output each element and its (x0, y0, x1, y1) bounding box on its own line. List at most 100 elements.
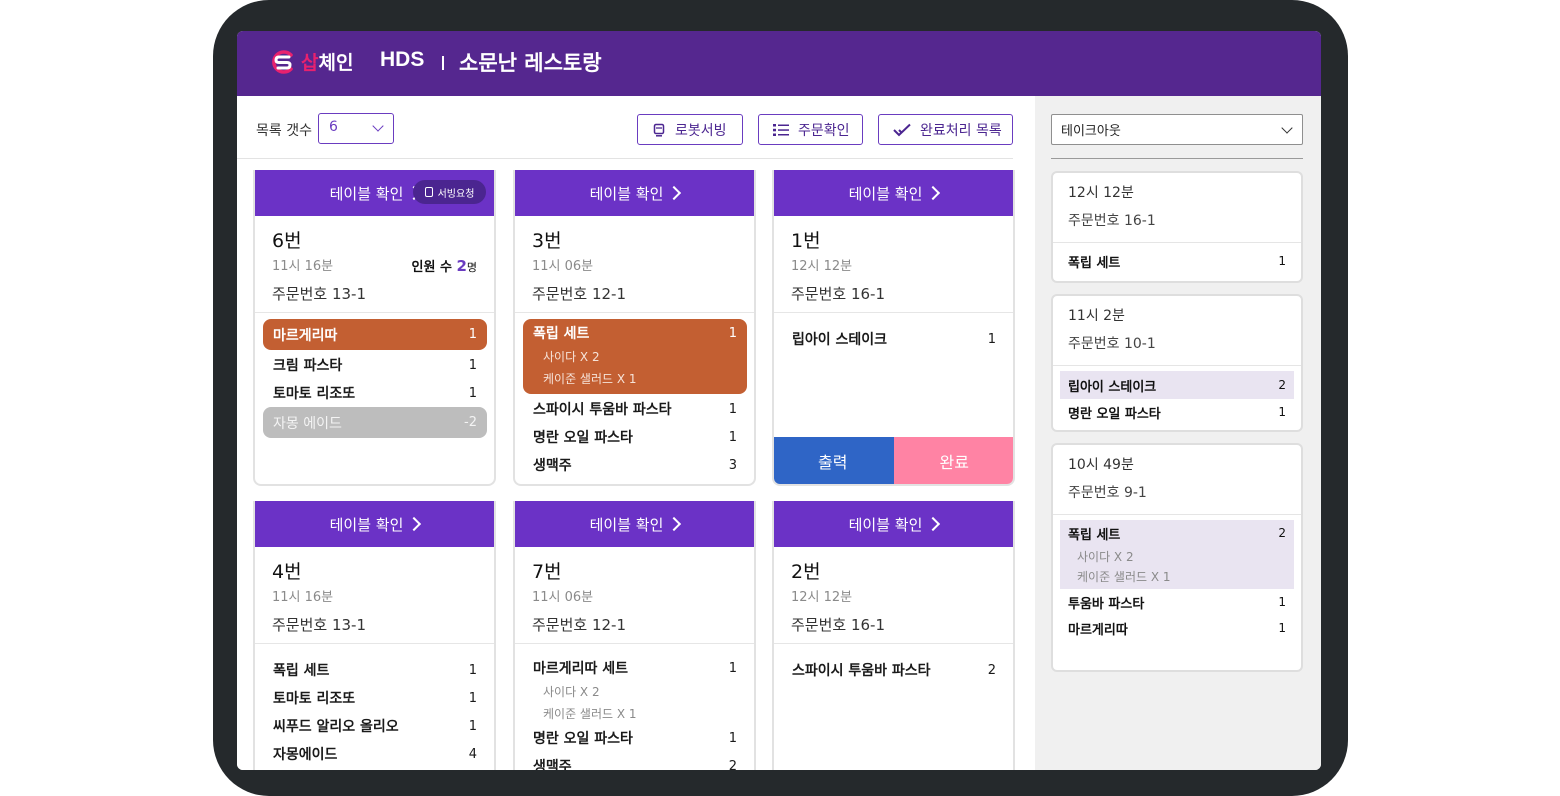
chevron-down-icon (1281, 122, 1293, 134)
checkmark-icon (893, 123, 911, 136)
order-time: 11시 16분 (272, 590, 334, 605)
order-item[interactable]: 토마토 리조또 1 (263, 379, 487, 407)
completed-list-label: 완료처리 목록 (920, 122, 1002, 139)
order-card: 테이블 확인 3번 11시 06분 주문번호 12-1 폭립 세트 1 사이다 … (513, 170, 756, 486)
order-check-button[interactable]: 주문확인 (758, 114, 863, 145)
order-item-highlighted: 립아이 스테이크 2 (1060, 371, 1294, 399)
order-item[interactable]: 명란 오일 파스타 1 (523, 423, 747, 451)
print-button[interactable]: 출력 (774, 437, 894, 484)
order-item-highlighted[interactable]: 폭립 세트 1 사이다 X 2 케이준 샐러드 X 1 (523, 319, 747, 394)
list-count-value: 6 (329, 119, 338, 135)
item-name: 폭립 세트 (1068, 255, 1121, 271)
order-card: 테이블 확인 7번 11시 06분 주문번호 12-1 마르게리따 세트 1 사… (513, 501, 756, 770)
order-number: 주문번호 13-1 (272, 285, 367, 303)
item-option: 케이준 샐러드 X 1 (1077, 569, 1171, 584)
table-number: 6번 (272, 230, 302, 252)
order-items: 마르게리따 1 크림 파스타 1 토마토 리조또 1 자몽 에이드 -2 (263, 319, 487, 438)
order-item[interactable]: 생맥주 3 (523, 451, 747, 479)
item-qty: 1 (468, 385, 477, 401)
item-name: 토마토 리조또 (273, 691, 356, 707)
table-check-label: 테이블 확인 (589, 184, 664, 203)
chevron-down-icon (372, 120, 384, 132)
item-qty: 4 (468, 746, 477, 762)
item-option: 사이다 X 2 (543, 349, 600, 364)
table-check-label: 테이블 확인 (848, 515, 923, 534)
order-number: 주문번호 16-1 (791, 616, 886, 634)
card-divider (1053, 514, 1301, 515)
item-name: 폭립 세트 (273, 663, 330, 679)
order-item[interactable]: 생맥주 2 (523, 752, 747, 771)
item-name: 토마토 리조또 (273, 386, 356, 402)
table-check-header[interactable]: 테이블 확인 (515, 501, 754, 547)
takeout-order-card[interactable]: 11시 2분 주문번호 10-1 립아이 스테이크 2 명란 오일 파스타 1 (1051, 294, 1303, 432)
store-name: 소문난 레스토랑 (459, 51, 602, 75)
order-item[interactable]: 스파이시 투움바 파스타 2 (782, 656, 1006, 684)
order-time: 10시 49분 (1068, 457, 1134, 473)
table-check-header[interactable]: 테이블 확인 (774, 170, 1013, 216)
order-card: 테이블 확인 6번 서빙요청 11시 16분 인원 수 2명 주문번호 13-1… (253, 170, 496, 486)
item-qty: 1 (1278, 595, 1286, 609)
table-check-header[interactable]: 테이블 확인 (774, 501, 1013, 547)
complete-button[interactable]: 완료 (893, 437, 1013, 484)
item-qty: 1 (468, 327, 477, 342)
order-number: 주문번호 12-1 (532, 616, 627, 634)
item-option: 사이다 X 2 (543, 684, 600, 699)
order-item-highlighted[interactable]: 마르게리따 1 (263, 319, 487, 350)
order-type-select[interactable]: 테이크아웃 (1051, 114, 1303, 145)
order-time: 11시 2분 (1068, 308, 1125, 324)
robot-icon (424, 187, 433, 197)
completed-list-button[interactable]: 완료처리 목록 (878, 114, 1013, 145)
order-time: 11시 06분 (532, 590, 594, 605)
item-name: 생맥주 (533, 759, 572, 770)
brand-white-part: 체인 (318, 52, 354, 74)
order-item[interactable]: 폭립 세트 1 (263, 656, 487, 684)
order-item: 폭립 세트 1 (523, 321, 747, 345)
order-items: 스파이시 투움바 파스타 2 (782, 656, 1006, 684)
order-board: 목록 갯수 6 로봇서빙 주문확인 완료처리 목록 테이블 확인 6번 서빙요청… (237, 96, 1035, 770)
order-items: 폭립 세트 1 사이다 X 2 케이준 샐러드 X 1 스파이시 투움바 파스타… (523, 319, 747, 479)
item-name: 마르게리따 (273, 327, 338, 344)
order-item: 폭립 세트 2 (1060, 520, 1294, 546)
item-name: 투움바 파스타 (1068, 596, 1145, 612)
order-items: 폭립 세트 2 사이다 X 2 케이준 샐러드 X 1 투움바 파스타 1 마르… (1060, 520, 1294, 641)
item-qty: 2 (728, 758, 737, 771)
item-qty: 3 (728, 457, 737, 473)
order-items: 립아이 스테이크 2 명란 오일 파스타 1 (1060, 371, 1294, 425)
chevron-right-icon (407, 516, 422, 532)
item-name: 립아이 스테이크 (792, 332, 888, 348)
takeout-sidebar: 테이크아웃 12시 12분 주문번호 16-1 폭립 세트 1 11시 2분 주… (1035, 96, 1321, 770)
order-time: 11시 16분 (272, 259, 334, 274)
order-item[interactable]: 자몽에이드 4 (263, 740, 487, 768)
list-icon (773, 123, 789, 136)
order-item[interactable]: 마르게리따 세트 1 (523, 656, 747, 680)
item-qty: -2 (464, 415, 477, 430)
order-number: 주문번호 12-1 (532, 285, 627, 303)
table-check-header[interactable]: 테이블 확인 (255, 501, 494, 547)
card-divider (774, 643, 1013, 644)
order-item[interactable]: 명란 오일 파스타 1 (523, 724, 747, 752)
order-item: 투움바 파스타 1 (1060, 589, 1294, 615)
serving-request-badge[interactable]: 서빙요청 (413, 180, 486, 204)
item-qty: 1 (728, 660, 737, 676)
table-check-header[interactable]: 테이블 확인 (515, 170, 754, 216)
order-time: 12시 12분 (1068, 185, 1134, 201)
order-item[interactable]: 크림 파스타 1 (263, 351, 487, 379)
list-count-select[interactable]: 6 (318, 113, 394, 144)
item-qty: 2 (1278, 378, 1286, 392)
item-qty: 1 (468, 662, 477, 678)
order-item-cancelled[interactable]: 자몽 에이드 -2 (263, 407, 487, 438)
takeout-order-card[interactable]: 12시 12분 주문번호 16-1 폭립 세트 1 (1051, 171, 1303, 283)
robot-serving-button[interactable]: 로봇서빙 (637, 114, 743, 145)
item-name: 립아이 스테이크 (1068, 379, 1157, 395)
order-item[interactable]: 스파이시 투움바 파스타 1 (523, 395, 747, 423)
order-item[interactable]: 씨푸드 알리오 올리오 1 (263, 712, 487, 740)
takeout-order-card[interactable]: 10시 49분 주문번호 9-1 폭립 세트 2 사이다 X 2 케이준 샐러드… (1051, 443, 1303, 672)
header-separator (442, 56, 444, 70)
app-screen: 삽체인 HDS 소문난 레스토랑 목록 갯수 6 로봇서빙 주문확인 완료처리 … (237, 31, 1321, 770)
order-item[interactable]: 립아이 스테이크 1 (782, 325, 1006, 353)
app-header: 삽체인 HDS 소문난 레스토랑 (237, 31, 1321, 96)
table-number: 3번 (532, 230, 562, 252)
order-items: 폭립 세트 1 (1060, 248, 1294, 274)
order-item[interactable]: 토마토 리조또 1 (263, 684, 487, 712)
order-check-label: 주문확인 (798, 122, 850, 139)
